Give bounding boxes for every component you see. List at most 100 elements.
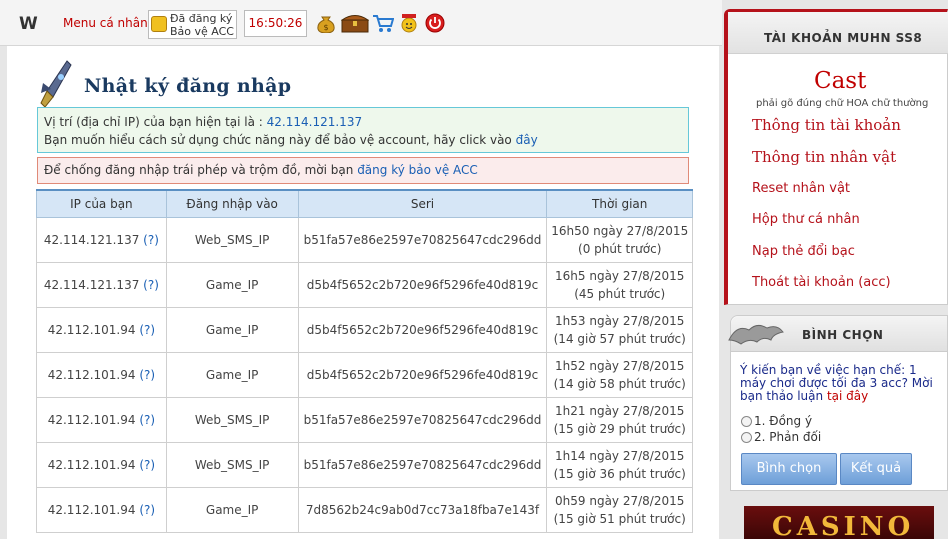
rocket-icon [40, 60, 72, 108]
table-row: 42.112.101.94 (?) Web_SMS_IP b51fa57e86e… [36, 396, 693, 443]
shopping-cart-icon[interactable] [372, 13, 394, 33]
poll-question: Ý kiến bạn về việc hạn chế: 1 máy chơi đ… [740, 364, 946, 403]
cell-time: 1h21 ngày 27/8/2015 (15 giờ 29 phút trước… [546, 396, 693, 443]
cell-time: 1h53 ngày 27/8/2015 (14 giờ 57 phút trước… [546, 306, 693, 353]
cell-login: Game_IP [165, 486, 299, 533]
poll-header: BÌNH CHỌN [728, 316, 947, 352]
casino-banner[interactable]: CASINO [744, 506, 934, 539]
power-icon[interactable] [424, 13, 446, 33]
warning-box: Để chống đăng nhập trái phép và trộm đồ,… [37, 157, 689, 184]
cell-seri: d5b4f5652c2b720e96f5296fe40d819c [297, 261, 548, 308]
cell-seri: 7d8562b24c9ab0d7cc73a18fba7e143f [297, 486, 548, 533]
table-row: 42.114.121.137 (?) Game_IP d5b4f5652c2b7… [36, 261, 693, 308]
time-ago: (14 giờ 57 phút trước) [553, 331, 686, 346]
poll-option-agree[interactable]: 1. Đồng ý [741, 414, 812, 428]
poll-panel: BÌNH CHỌN Ý kiến bạn về việc hạn chế: 1 … [728, 315, 948, 491]
col-header-time: Thời gian [546, 189, 693, 218]
account-protection-status[interactable]: Đã đăng ký Bảo vệ ACC [148, 10, 237, 39]
cell-login: Web_SMS_IP [165, 396, 299, 443]
account-panel-title: TÀI KHOẢN MUHN SS8 [764, 31, 923, 45]
ip-help-link[interactable]: (?) [143, 233, 159, 247]
option-disagree-label: 2. Phản đối [754, 430, 822, 444]
site-logo[interactable]: W [19, 14, 38, 34]
top-bar: W Menu cá nhân Đã đăng ký Bảo vệ ACC 16:… [0, 0, 722, 46]
money-bag-icon[interactable]: $ [315, 13, 337, 33]
table-row: 42.114.121.137 (?) Web_SMS_IP b51fa57e86… [36, 216, 693, 263]
ip-help-link[interactable]: (?) [143, 278, 159, 292]
ip-value: 42.112.101.94 [47, 502, 136, 517]
vote-button[interactable]: Bình chọn [741, 453, 837, 485]
casino-banner-text: CASINO [772, 512, 915, 539]
col-header-ip: IP của bạn [36, 189, 167, 218]
time-ago: (14 giờ 58 phút trước) [553, 376, 686, 391]
server-clock: 16:50:26 [244, 10, 307, 37]
dragon-icon [728, 324, 784, 345]
page-title: Nhật ký đăng nhập [84, 75, 292, 97]
radio-disagree[interactable] [741, 431, 752, 443]
treasure-chest-icon[interactable] [341, 13, 369, 33]
ip-help-link[interactable]: (?) [139, 413, 155, 427]
ip-info-line: Vị trí (địa chỉ IP) của bạn hiện tại là … [44, 113, 682, 131]
cell-ip: 42.112.101.94 (?) [36, 486, 167, 533]
cell-login: Game_IP [165, 306, 299, 353]
option-agree-label: 1. Đồng ý [754, 414, 813, 428]
ip-info-box: Vị trí (địa chỉ IP) của bạn hiện tại là … [37, 107, 689, 153]
help-info-line: Bạn muốn hiểu cách sử dụng chức năng này… [44, 131, 682, 149]
col-header-seri: Seri [297, 189, 548, 218]
help-link[interactable]: đây [516, 133, 538, 147]
cell-login: Web_SMS_IP [165, 216, 299, 263]
poll-discuss-link[interactable]: tại đây [827, 389, 868, 403]
lock-icon [151, 16, 167, 32]
gift-smiley-icon[interactable] [398, 13, 420, 33]
ip-help-link[interactable]: (?) [139, 458, 155, 472]
cell-seri: d5b4f5652c2b720e96f5296fe40d819c [297, 306, 548, 353]
ip-value: 42.112.101.94 [47, 457, 136, 472]
cell-ip: 42.114.121.137 (?) [36, 216, 167, 263]
table-header-row: IP của bạn Đăng nhập vào Seri Thời gian [36, 189, 693, 218]
cell-time: 16h50 ngày 27/8/2015 (0 phút trước) [546, 216, 693, 263]
cell-login: Game_IP [165, 351, 299, 398]
cell-seri: b51fa57e86e2597e70825647cdc296dd [297, 216, 548, 263]
time-value: 1h53 ngày 27/8/2015 [555, 313, 685, 328]
col-header-login: Đăng nhập vào [165, 189, 299, 218]
svg-text:$: $ [323, 23, 328, 32]
cell-time: 0h59 ngày 27/8/2015 (15 giờ 51 phút trước… [546, 486, 693, 533]
cell-seri: b51fa57e86e2597e70825647cdc296dd [297, 396, 548, 443]
login-log-table: IP của bạn Đăng nhập vào Seri Thời gian … [36, 189, 693, 533]
character-info-link[interactable]: Thông tin nhân vật [752, 148, 896, 166]
ip-help-link[interactable]: (?) [139, 503, 155, 517]
table-row: 42.112.101.94 (?) Game_IP d5b4f5652c2b72… [36, 351, 693, 398]
results-button[interactable]: Kết quả [840, 453, 912, 485]
ip-value: 42.114.121.137 [43, 232, 140, 247]
ip-value: 42.112.101.94 [47, 367, 136, 382]
current-ip: 42.114.121.137 [266, 115, 363, 129]
time-value: 1h52 ngày 27/8/2015 [555, 358, 685, 373]
warning-text: Để chống đăng nhập trái phép và trộm đồ,… [44, 163, 354, 177]
ip-help-link[interactable]: (?) [139, 368, 155, 382]
table-row: 42.112.101.94 (?) Game_IP 7d8562b24c9ab0… [36, 486, 693, 533]
time-value: 16h5 ngày 27/8/2015 [555, 268, 685, 283]
time-ago: (15 giờ 36 phút trước) [553, 466, 686, 481]
cell-seri: b51fa57e86e2597e70825647cdc296dd [297, 441, 548, 488]
personal-inbox-link[interactable]: Hộp thư cá nhân [752, 212, 860, 227]
logout-link[interactable]: Thoát tài khoản (acc) [752, 275, 891, 290]
radio-agree[interactable] [741, 415, 752, 427]
time-ago: (15 giờ 51 phút trước) [553, 511, 686, 526]
register-protection-link[interactable]: đăng ký bảo vệ ACC [357, 163, 478, 177]
ip-value: 42.112.101.94 [47, 322, 136, 337]
main-panel: Nhật ký đăng nhập Vị trí (địa chỉ IP) củ… [7, 46, 719, 539]
ip-help-link[interactable]: (?) [139, 323, 155, 337]
cell-time: 1h14 ngày 27/8/2015 (15 giờ 36 phút trước… [546, 441, 693, 488]
poll-option-disagree[interactable]: 2. Phản đối [741, 430, 821, 444]
account-panel-header: TÀI KHOẢN MUHN SS8 [728, 12, 948, 54]
personal-menu-link[interactable]: Menu cá nhân [63, 16, 148, 30]
help-info-prefix: Bạn muốn hiểu cách sử dụng chức năng này… [44, 133, 512, 147]
captcha-note: phải gõ đúng chữ HOA chữ thường [756, 98, 929, 109]
reset-character-link[interactable]: Reset nhân vật [752, 181, 850, 196]
captcha-text: Cast [814, 68, 867, 94]
cell-ip: 42.114.121.137 (?) [36, 261, 167, 308]
account-info-link[interactable]: Thông tin tài khoản [752, 116, 901, 134]
topup-card-link[interactable]: Nạp thẻ đổi bạc [752, 244, 855, 259]
protection-line1: Đã đăng ký [170, 12, 233, 25]
right-sidebar: TÀI KHOẢN MUHN SS8 Cast phải gõ đúng chữ… [722, 9, 948, 539]
